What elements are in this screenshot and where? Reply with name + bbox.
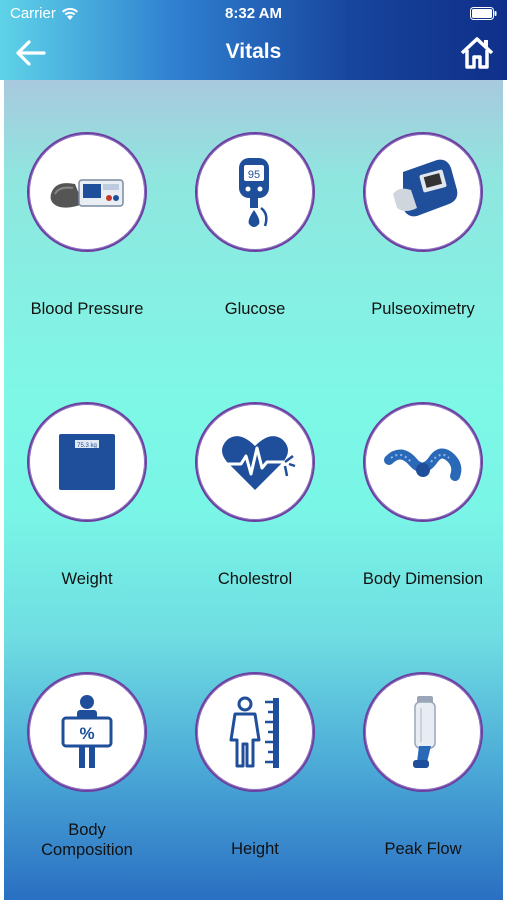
page-title: Vitals	[225, 40, 282, 63]
tile-icon-circle	[363, 132, 483, 252]
measuring-tape-icon	[384, 448, 462, 481]
battery-icon	[470, 7, 497, 20]
vitals-grid: Blood Pressure 95 Glucose Pulseoximetry …	[4, 80, 503, 900]
tile-icon-circle	[27, 132, 147, 252]
tile-label: Pulseoximetry	[371, 300, 475, 318]
vitals-screen: Carrier 8:32 AM Vitals Blood Pressure 95…	[0, 0, 507, 900]
home-icon[interactable]	[459, 35, 495, 71]
tile-icon-circle	[363, 402, 483, 522]
svg-text:%: %	[79, 724, 94, 743]
tile-label: Height	[231, 840, 279, 858]
tile-icon-circle	[195, 402, 315, 522]
height-measure-icon	[229, 696, 279, 768]
glucose-meter-icon: 95	[239, 158, 269, 227]
tile-label: Weight	[61, 570, 113, 588]
status-bar: Carrier 8:32 AM	[0, 0, 507, 28]
tile-icon-circle: %	[27, 672, 147, 792]
svg-text:75.3 kg: 75.3 kg	[77, 443, 97, 449]
blood-pressure-monitor-icon	[50, 179, 124, 208]
status-time: 8:32 AM	[225, 5, 282, 22]
tile-icon-circle: 75.3 kg	[27, 402, 147, 522]
tile-label: Body Composition	[41, 821, 133, 859]
tile-label: Body Dimension	[362, 570, 484, 588]
tile-icon-circle	[195, 672, 315, 792]
tile-label: Cholestrol	[217, 570, 293, 588]
weighing-scale-icon: 75.3 kg	[59, 434, 115, 490]
tile-label: Glucose	[224, 300, 286, 318]
heart-pulse-icon	[221, 436, 296, 490]
tile-icon-circle	[363, 672, 483, 792]
tile-label: Blood Pressure	[30, 300, 144, 318]
pulse-oximeter-icon	[393, 159, 458, 217]
navigation-bar: Vitals	[0, 28, 507, 80]
svg-text:95: 95	[248, 169, 260, 181]
header: Carrier 8:32 AM Vitals	[0, 0, 507, 80]
tile-label: Peak Flow	[384, 840, 462, 858]
peak-flow-meter-icon	[413, 696, 436, 768]
tile-icon-circle: 95	[195, 132, 315, 252]
body-composition-icon: %	[61, 695, 113, 768]
